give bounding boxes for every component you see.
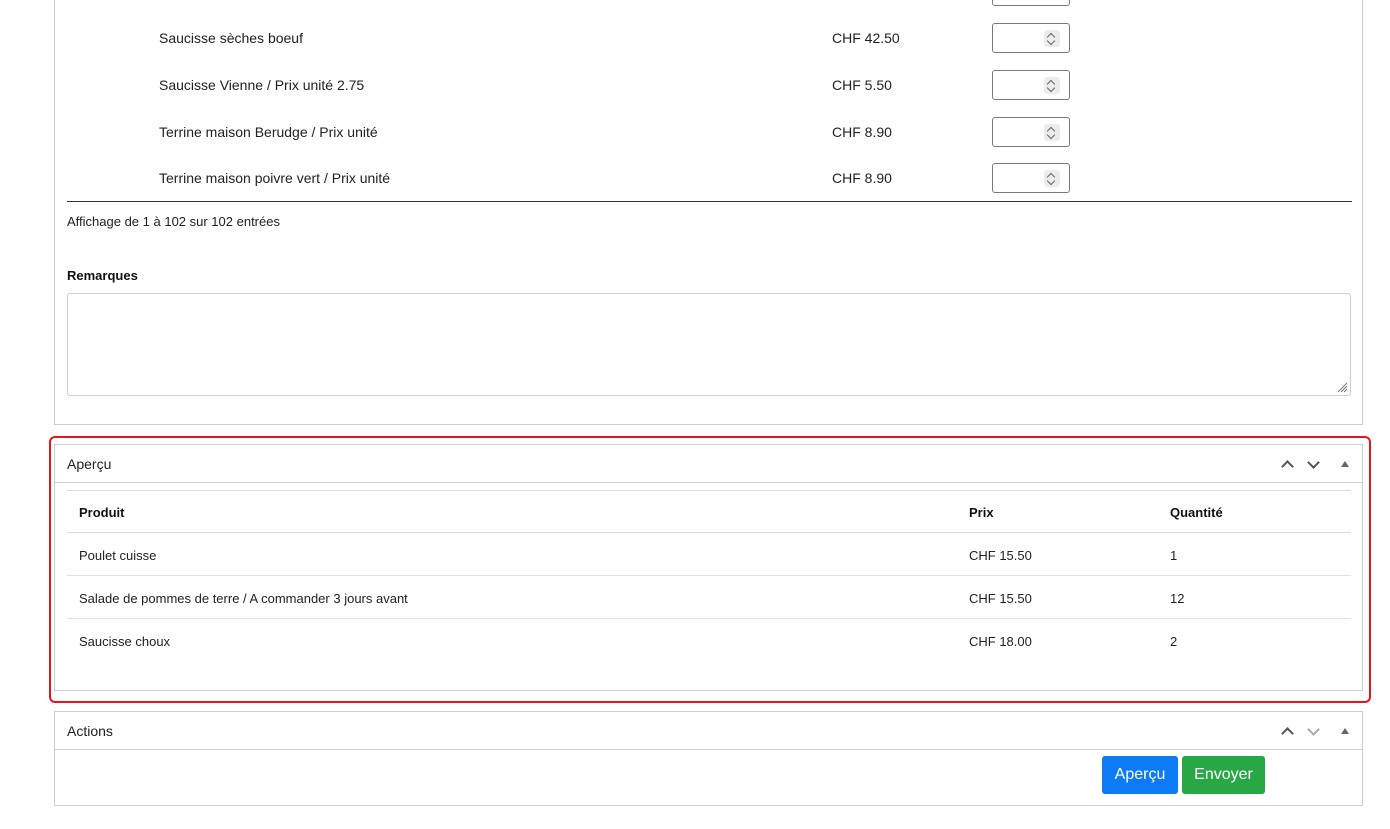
preview-panel: Aperçu Produit Prix Quantité Poulet cuis… xyxy=(54,444,1363,691)
cell-price: CHF 15.50 xyxy=(969,548,1032,563)
cell-price: CHF 18.00 xyxy=(969,634,1032,649)
collapse-icon[interactable] xyxy=(1341,728,1349,734)
move-up-icon[interactable] xyxy=(1281,458,1294,473)
quantity-stepper[interactable] xyxy=(992,70,1070,100)
spinner-icon[interactable] xyxy=(1044,30,1060,47)
product-name: Terrine maison poivre vert / Prix unité xyxy=(159,170,391,186)
cell-product: Salade de pommes de terre / A commander … xyxy=(79,591,408,606)
product-price: CHF 5.50 xyxy=(832,77,892,93)
move-down-icon[interactable] xyxy=(1307,723,1320,737)
panel-title: Aperçu xyxy=(67,456,112,472)
quantity-stepper[interactable] xyxy=(992,0,1070,6)
resize-handle-icon[interactable] xyxy=(1336,381,1348,393)
actions-panel-header: Actions xyxy=(55,712,1362,750)
quantity-stepper[interactable] xyxy=(992,23,1070,53)
remarks-label: Remarques xyxy=(67,268,138,283)
cell-quantity: 12 xyxy=(1170,591,1185,606)
table-bottom-rule xyxy=(67,201,1352,202)
product-row: Saucisse Vienne / Prix unité 2.75 CHF 5.… xyxy=(55,70,1362,100)
column-header-quantity: Quantité xyxy=(1170,505,1223,520)
move-up-icon[interactable] xyxy=(1281,725,1294,740)
table-info: Affichage de 1 à 102 sur 102 entrées xyxy=(67,214,280,229)
spinner-icon[interactable] xyxy=(1044,124,1060,141)
product-row: Terrine maison poivre vert / Prix unité … xyxy=(55,163,1362,193)
table-row: Salade de pommes de terre / A commander … xyxy=(67,576,1351,619)
preview-button[interactable]: Aperçu xyxy=(1102,756,1178,794)
collapse-icon[interactable] xyxy=(1341,461,1349,467)
product-name: Saucisse sèches boeuf xyxy=(159,30,303,46)
product-row: Saucisse sèches boeuf CHF 42.50 xyxy=(55,23,1362,53)
quantity-stepper[interactable] xyxy=(992,117,1070,147)
cell-product: Poulet cuisse xyxy=(79,548,157,563)
send-button[interactable]: Envoyer xyxy=(1182,756,1265,794)
product-price: CHF 8.90 xyxy=(832,124,892,140)
remarks-textarea[interactable] xyxy=(67,293,1351,396)
preview-table: Produit Prix Quantité Poulet cuisse CHF … xyxy=(67,490,1351,662)
product-price: CHF 8.90 xyxy=(832,170,892,186)
product-name: Terrine maison Berudge / Prix unité xyxy=(159,124,378,140)
move-down-icon[interactable] xyxy=(1307,456,1320,470)
actions-panel: Actions Aperçu Envoyer xyxy=(54,711,1363,806)
table-row: Poulet cuisse CHF 15.50 1 xyxy=(67,533,1351,576)
preview-panel-header: Aperçu xyxy=(55,445,1362,483)
column-header-product: Produit xyxy=(79,505,125,520)
product-list-panel: Saucisse sèches boeuf CHF 42.50 Saucisse… xyxy=(54,0,1363,425)
product-name: Saucisse Vienne / Prix unité 2.75 xyxy=(159,77,365,93)
product-price: CHF 42.50 xyxy=(832,30,900,46)
column-header-price: Prix xyxy=(969,505,994,520)
cell-quantity: 1 xyxy=(1170,548,1178,563)
quantity-stepper[interactable] xyxy=(992,163,1070,193)
cell-product: Saucisse choux xyxy=(79,634,171,649)
spinner-icon[interactable] xyxy=(1044,170,1060,187)
product-row xyxy=(55,0,1362,6)
panel-title: Actions xyxy=(67,723,113,739)
cell-quantity: 2 xyxy=(1170,634,1178,649)
table-header: Produit Prix Quantité xyxy=(67,490,1351,533)
table-row: Saucisse choux CHF 18.00 2 xyxy=(67,619,1351,662)
spinner-icon[interactable] xyxy=(1044,77,1060,94)
product-row: Terrine maison Berudge / Prix unité CHF … xyxy=(55,117,1362,147)
cell-price: CHF 15.50 xyxy=(969,591,1032,606)
